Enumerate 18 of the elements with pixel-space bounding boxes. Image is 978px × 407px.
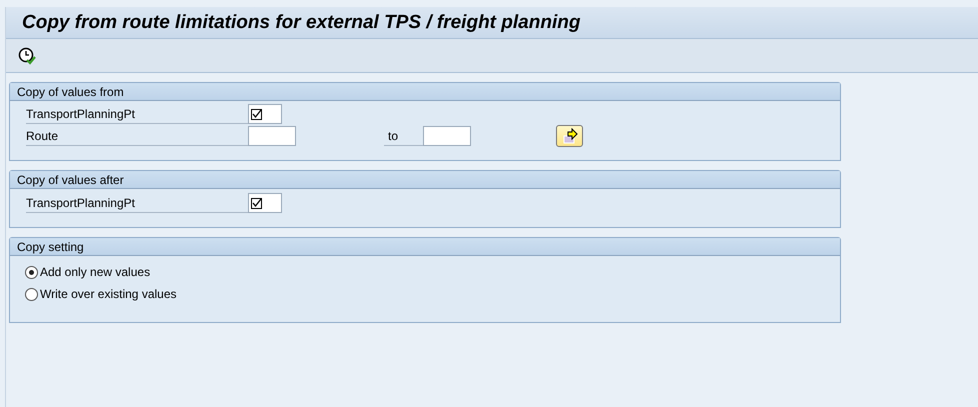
arrow-icon bbox=[562, 128, 578, 144]
input-field[interactable] bbox=[423, 126, 471, 146]
checkmark-icon bbox=[251, 108, 262, 120]
group-title: Copy of values after bbox=[17, 172, 124, 186]
field-label: Route bbox=[26, 126, 248, 146]
clock-execute-icon[interactable] bbox=[18, 46, 36, 64]
checkbox-field[interactable] bbox=[248, 193, 282, 213]
radio-option[interactable]: Write over existing values bbox=[25, 287, 176, 301]
multiple-selection-button[interactable] bbox=[556, 125, 583, 147]
group-title: Copy setting bbox=[17, 240, 84, 254]
field-label: TransportPlanningPt bbox=[26, 104, 248, 124]
input-field[interactable] bbox=[248, 126, 296, 146]
field-label: TransportPlanningPt bbox=[26, 194, 248, 212]
radio-option[interactable]: Add only new values bbox=[25, 265, 150, 279]
checkmark-icon bbox=[251, 198, 262, 208]
window-title: Copy from route limitations for external TPS / freight planning bbox=[22, 12, 580, 34]
checkbox-field[interactable] bbox=[248, 104, 282, 124]
group-title: Copy of values from bbox=[17, 84, 124, 98]
